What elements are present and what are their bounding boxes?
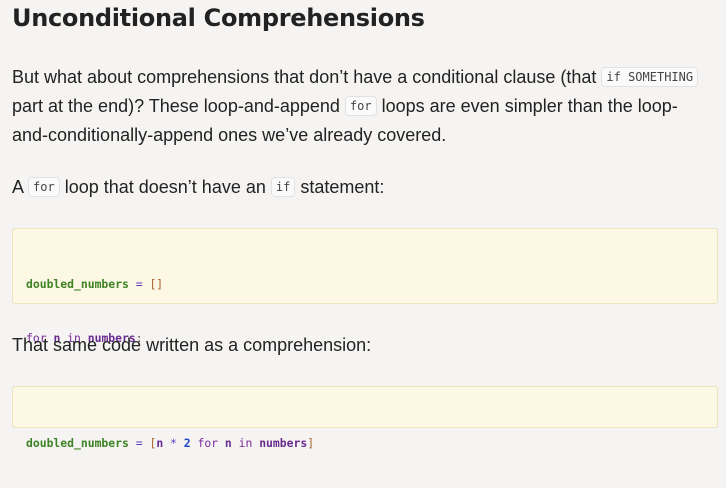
code-operator: =: [128, 277, 150, 291]
paragraph-text: That same code written as a comprehensio…: [12, 335, 372, 355]
code-operator: *: [163, 436, 184, 450]
code-keyword: in: [231, 436, 260, 450]
code-block-for-loop: doubled_numbers = [] for n in numbers: d…: [12, 228, 718, 399]
code-line: doubled_numbers = []: [26, 275, 704, 293]
code-number: 2: [183, 436, 191, 450]
paragraph-text: But what about comprehensions that don’t…: [12, 67, 602, 87]
paragraph-text: A: [12, 177, 29, 197]
code-line: doubled_numbers = [n * 2 for n in number…: [26, 434, 704, 452]
section-heading: Unconditional Comprehensions: [12, 4, 425, 32]
inline-code: for: [28, 177, 60, 197]
code-keyword: for: [190, 436, 225, 450]
code-identifier: doubled_numbers: [26, 436, 129, 450]
code-operator: =: [128, 436, 150, 450]
inline-code: if: [270, 177, 296, 197]
paragraph-text: loop that doesn’t have an: [59, 177, 271, 197]
inline-code: if SOMETHING: [601, 67, 699, 87]
code-variable: numbers: [259, 436, 308, 450]
paragraph-text: statement:: [295, 177, 385, 197]
code-bracket: ]: [307, 436, 315, 450]
paragraph-text: part at the end)? These loop-and-append: [12, 96, 345, 116]
for-loop-paragraph: A for loop that doesn’t have an if state…: [12, 174, 384, 203]
comprehension-paragraph: That same code written as a comprehensio…: [12, 332, 371, 359]
code-identifier: doubled_numbers: [26, 277, 129, 291]
code-variable: n: [224, 436, 232, 450]
inline-code: for: [344, 96, 377, 116]
code-block-comprehension: doubled_numbers = [n * 2 for n in number…: [12, 386, 718, 450]
code-bracket: []: [149, 277, 164, 291]
intro-paragraph: But what about comprehensions that don’t…: [12, 64, 712, 149]
